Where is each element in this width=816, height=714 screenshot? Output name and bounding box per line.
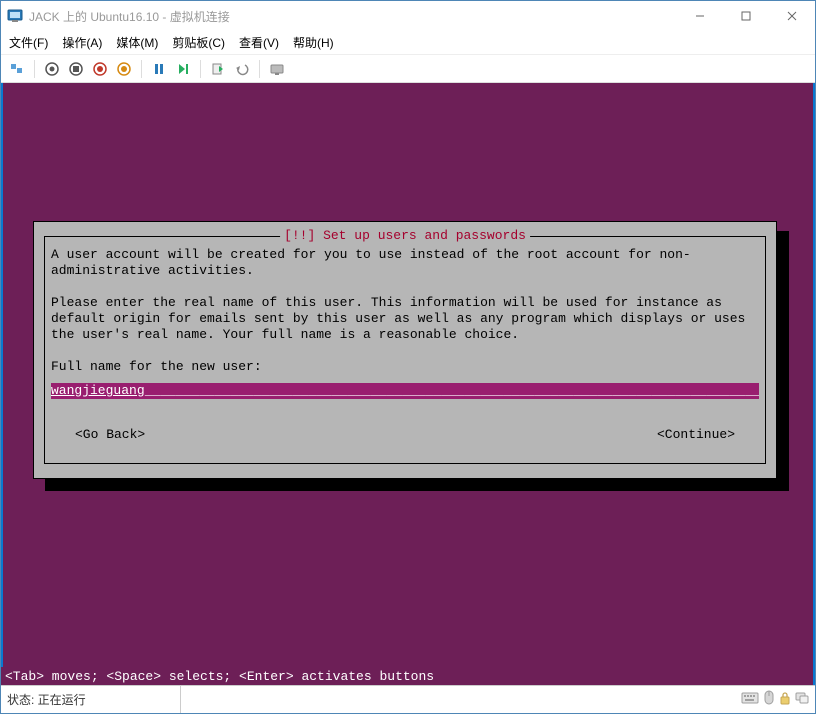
lock-icon [779, 691, 791, 708]
window-title: JACK 上的 Ubuntu16.10 - 虚拟机连接 [29, 8, 677, 25]
fullname-input[interactable]: wangjieguang ___________________________… [51, 383, 759, 399]
menu-clipboard[interactable]: 剪贴板(C) [172, 34, 225, 51]
toolbar [1, 55, 815, 83]
shutdown-icon[interactable] [90, 59, 110, 79]
menu-action[interactable]: 操作(A) [62, 34, 102, 51]
dialog-text-1: A user account will be created for you t… [51, 247, 759, 279]
menu-help[interactable]: 帮助(H) [293, 34, 334, 51]
menu-view[interactable]: 查看(V) [239, 34, 279, 51]
pause-icon[interactable] [149, 59, 169, 79]
turnoff-icon[interactable] [66, 59, 86, 79]
status-text: 状态: 正在运行 [1, 686, 181, 713]
menu-file[interactable]: 文件(F) [9, 34, 48, 51]
dialog-frame: [!!] Set up users and passwords A user a… [44, 236, 766, 464]
dialog-buttons: <Go Back> <Continue> [51, 427, 759, 443]
installer-dialog: [!!] Set up users and passwords A user a… [33, 221, 777, 479]
dialog-text-2: Please enter the real name of this user.… [51, 295, 759, 343]
menu-media[interactable]: 媒体(M) [116, 34, 158, 51]
checkpoint-icon[interactable] [208, 59, 228, 79]
menubar: 文件(F) 操作(A) 媒体(M) 剪贴板(C) 查看(V) 帮助(H) [1, 31, 815, 55]
separator [200, 60, 201, 78]
dialog-title: [!!] Set up users and passwords [280, 228, 530, 244]
mouse-icon [763, 690, 775, 709]
start-icon[interactable] [42, 59, 62, 79]
vm-display[interactable]: [!!] Set up users and passwords A user a… [1, 83, 815, 685]
status-icons [735, 690, 815, 709]
app-icon [7, 8, 23, 24]
reset-icon[interactable] [173, 59, 193, 79]
titlebar: JACK 上的 Ubuntu16.10 - 虚拟机连接 [1, 1, 815, 31]
dialog-field-label: Full name for the new user: [51, 359, 759, 375]
display-config-icon [795, 691, 809, 708]
go-back-button[interactable]: <Go Back> [75, 427, 145, 443]
separator [259, 60, 260, 78]
minimize-button[interactable] [677, 1, 723, 31]
keyboard-icon [741, 691, 759, 708]
fullname-input-value: wangjieguang [51, 383, 145, 399]
ctrl-alt-del-icon[interactable] [7, 59, 27, 79]
installer-help-bar: <Tab> moves; <Space> selects; <Enter> ac… [1, 667, 815, 685]
separator [34, 60, 35, 78]
maximize-button[interactable] [723, 1, 769, 31]
enhanced-session-icon[interactable] [267, 59, 287, 79]
separator [141, 60, 142, 78]
close-button[interactable] [769, 1, 815, 31]
continue-button[interactable]: <Continue> [657, 427, 735, 443]
vm-connection-window: JACK 上的 Ubuntu16.10 - 虚拟机连接 文件(F) 操作(A) … [0, 0, 816, 714]
save-icon[interactable] [114, 59, 134, 79]
fullname-input-blank: ________________________________________… [145, 383, 759, 399]
revert-icon[interactable] [232, 59, 252, 79]
statusbar: 状态: 正在运行 [1, 685, 815, 713]
